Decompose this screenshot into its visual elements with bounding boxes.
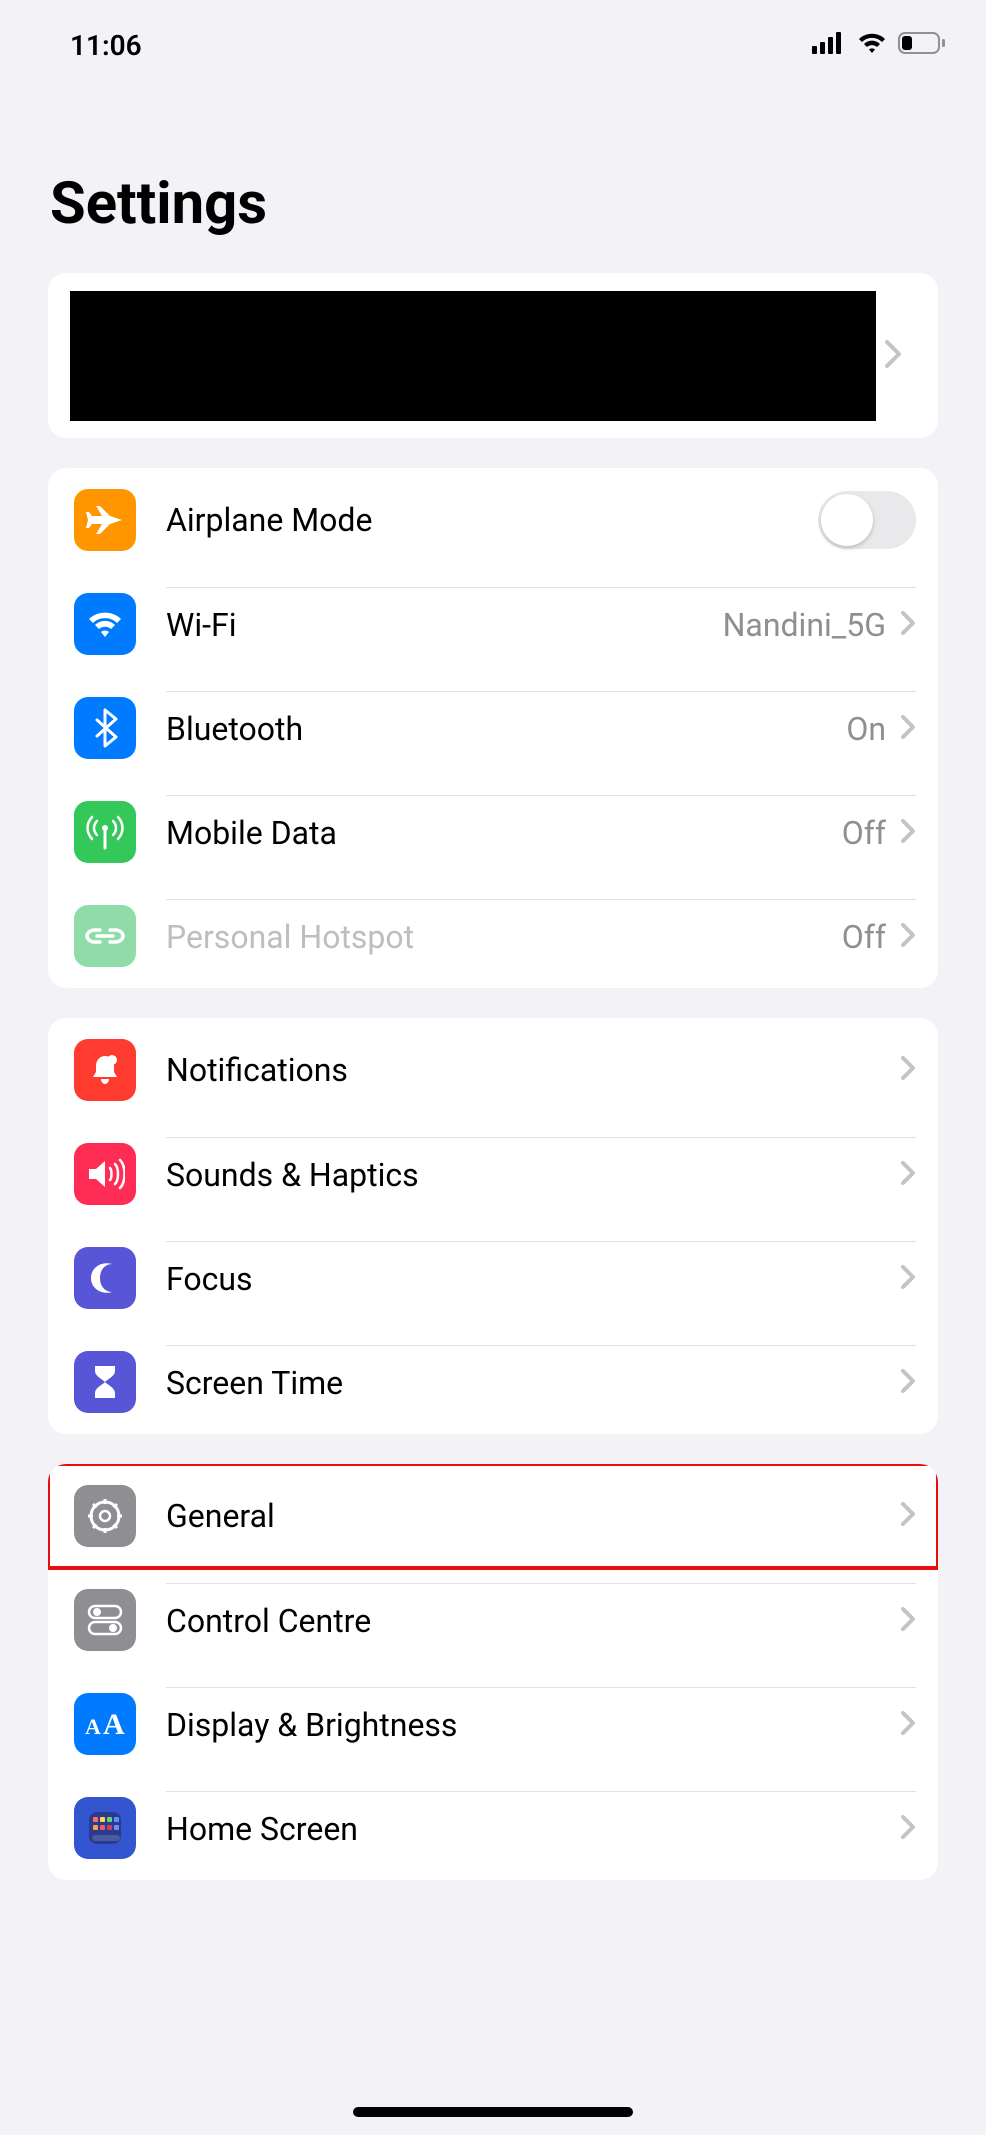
mobile-data-value: Off bbox=[842, 814, 886, 852]
moon-icon bbox=[74, 1247, 136, 1309]
wifi-value: Nandini_5G bbox=[723, 606, 886, 644]
chevron-right-icon bbox=[900, 1368, 916, 1398]
control-centre-label: Control Centre bbox=[166, 1602, 900, 1640]
gear-icon bbox=[74, 1485, 136, 1547]
wifi-label: Wi-Fi bbox=[166, 606, 723, 644]
sounds-row[interactable]: Sounds & Haptics bbox=[48, 1122, 938, 1226]
bell-icon bbox=[74, 1039, 136, 1101]
chevron-right-icon bbox=[900, 610, 916, 640]
home-indicator[interactable] bbox=[353, 2107, 633, 2117]
cellular-icon bbox=[812, 32, 846, 58]
chevron-right-icon bbox=[900, 1501, 916, 1531]
page-title: Settings bbox=[0, 80, 986, 258]
airplane-toggle[interactable] bbox=[818, 491, 916, 549]
screentime-label: Screen Time bbox=[166, 1364, 900, 1402]
hotspot-row[interactable]: Personal Hotspot Off bbox=[48, 884, 938, 988]
antenna-icon bbox=[74, 801, 136, 863]
chevron-right-icon bbox=[900, 714, 916, 744]
focus-label: Focus bbox=[166, 1260, 900, 1298]
text-size-icon: AA bbox=[74, 1693, 136, 1755]
general-row[interactable]: General bbox=[48, 1464, 938, 1568]
speaker-icon bbox=[74, 1143, 136, 1205]
bluetooth-value: On bbox=[846, 710, 886, 748]
airplane-icon bbox=[74, 489, 136, 551]
bluetooth-row[interactable]: Bluetooth On bbox=[48, 676, 938, 780]
mobile-data-row[interactable]: Mobile Data Off bbox=[48, 780, 938, 884]
svg-text:A: A bbox=[85, 1714, 101, 1739]
mobile-data-label: Mobile Data bbox=[166, 814, 842, 852]
chevron-right-icon bbox=[884, 339, 902, 373]
bluetooth-label: Bluetooth bbox=[166, 710, 846, 748]
general-group: General Control Centre AA Display & Brig… bbox=[48, 1464, 938, 1880]
chevron-right-icon bbox=[900, 1160, 916, 1190]
hotspot-label: Personal Hotspot bbox=[166, 918, 842, 956]
wifi-icon bbox=[856, 31, 888, 59]
notifications-label: Notifications bbox=[166, 1051, 900, 1089]
hourglass-icon bbox=[74, 1351, 136, 1413]
homescreen-label: Home Screen bbox=[166, 1810, 900, 1848]
chevron-right-icon bbox=[900, 818, 916, 848]
profile-row[interactable] bbox=[48, 273, 938, 438]
screentime-row[interactable]: Screen Time bbox=[48, 1330, 938, 1434]
display-label: Display & Brightness bbox=[166, 1706, 900, 1744]
display-row[interactable]: AA Display & Brightness bbox=[48, 1672, 938, 1776]
sounds-label: Sounds & Haptics bbox=[166, 1156, 900, 1194]
airplane-label: Airplane Mode bbox=[166, 501, 818, 539]
status-time: 11:06 bbox=[70, 29, 142, 62]
apps-grid-icon bbox=[74, 1797, 136, 1859]
chevron-right-icon bbox=[900, 922, 916, 952]
wifi-row[interactable]: Wi-Fi Nandini_5G bbox=[48, 572, 938, 676]
switches-icon bbox=[74, 1589, 136, 1651]
homescreen-row[interactable]: Home Screen bbox=[48, 1776, 938, 1880]
profile-group bbox=[48, 273, 938, 438]
chevron-right-icon bbox=[900, 1055, 916, 1085]
svg-text:A: A bbox=[103, 1708, 125, 1740]
bluetooth-icon bbox=[74, 697, 136, 759]
notifications-group: Notifications Sounds & Haptics Focus Scr… bbox=[48, 1018, 938, 1434]
status-icons bbox=[812, 31, 946, 59]
status-bar: 11:06 bbox=[0, 0, 986, 80]
notifications-row[interactable]: Notifications bbox=[48, 1018, 938, 1122]
wifi-settings-icon bbox=[74, 593, 136, 655]
airplane-mode-row[interactable]: Airplane Mode bbox=[48, 468, 938, 572]
hotspot-value: Off bbox=[842, 918, 886, 956]
chevron-right-icon bbox=[900, 1606, 916, 1636]
connectivity-group: Airplane Mode Wi-Fi Nandini_5G Bluetooth… bbox=[48, 468, 938, 988]
battery-icon bbox=[898, 31, 946, 59]
chevron-right-icon bbox=[900, 1264, 916, 1294]
general-label: General bbox=[166, 1497, 900, 1535]
chevron-right-icon bbox=[900, 1710, 916, 1740]
profile-redacted bbox=[70, 291, 876, 421]
focus-row[interactable]: Focus bbox=[48, 1226, 938, 1330]
chevron-right-icon bbox=[900, 1814, 916, 1844]
link-icon bbox=[74, 905, 136, 967]
control-centre-row[interactable]: Control Centre bbox=[48, 1568, 938, 1672]
